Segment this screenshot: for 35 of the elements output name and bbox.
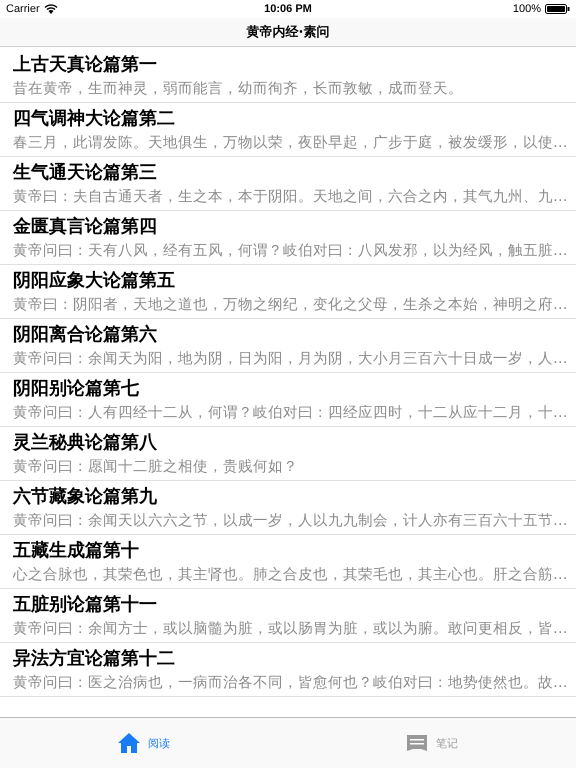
chapter-title: 六节藏象论篇第九 bbox=[13, 485, 158, 509]
chapter-row[interactable]: 五脏别论篇第十一 黄帝问曰：余闻方士，或以脑髓为脏，或以肠胃为脏，或以为腑。敢问更相反，皆… bbox=[0, 589, 576, 643]
clock-time: 10:06 PM bbox=[264, 3, 312, 15]
chapter-row[interactable]: 金匮真言论篇第四 黄帝问曰：天有八风，经有五风，何谓？岐伯对曰：八风发邪，以为经风，触五脏… bbox=[0, 211, 576, 265]
chapter-row[interactable]: 上古天真论篇第一 昔在黄帝，生而神灵，弱而能言，幼而徇齐，长而敦敏，成而登天。 bbox=[0, 49, 576, 103]
house-icon bbox=[118, 733, 140, 753]
chapter-title: 生气通天论篇第三 bbox=[13, 161, 158, 185]
chapter-title: 阴阳离合论篇第六 bbox=[13, 323, 158, 347]
nav-title: 黄帝内经·素问 bbox=[246, 24, 330, 41]
chapter-row[interactable]: 灵兰秘典论篇第八 黄帝问曰：愿闻十二脏之相使，贵贱何如？ bbox=[0, 427, 576, 481]
notebook-icon bbox=[406, 734, 428, 752]
chapter-title: 五脏别论篇第十一 bbox=[13, 593, 158, 617]
chapter-row[interactable]: 六节藏象论篇第九 黄帝问曰：余闻天以六六之节，以成一岁，人以九九制会，计人亦有三百六十五节… bbox=[0, 481, 576, 535]
chapter-title: 四气调神大论篇第二 bbox=[13, 107, 176, 131]
chapter-title: 阴阳别论篇第七 bbox=[13, 377, 140, 401]
chapter-excerpt: 黄帝问曰：愿闻十二脏之相使，贵贱何如？ bbox=[13, 458, 299, 477]
chapter-row[interactable]: 阴阳离合论篇第六 黄帝问曰：余闻天为阳，地为阴，日为阳，月为阴，大小月三百六十日成一岁，人… bbox=[0, 319, 576, 373]
wifi-icon bbox=[44, 4, 58, 14]
chapter-row[interactable]: 生气通天论篇第三 黄帝曰：夫自古通天者，生之本，本于阴阳。天地之间，六合之内，其气九州、九… bbox=[0, 157, 576, 211]
chapter-title: 灵兰秘典论篇第八 bbox=[13, 431, 158, 455]
battery-icon bbox=[545, 4, 570, 14]
chapter-excerpt: 昔在黄帝，生而神灵，弱而能言，幼而徇齐，长而敦敏，成而登天。 bbox=[13, 80, 464, 99]
chapter-row[interactable]: 异法方宜论篇第十二 黄帝问曰：医之治病也，一病而治各不同，皆愈何也？岐伯对曰：地势使然也。故… bbox=[0, 643, 576, 697]
chapter-title: 上古天真论篇第一 bbox=[13, 53, 158, 77]
chapter-title: 金匮真言论篇第四 bbox=[13, 215, 158, 239]
battery-percent: 100% bbox=[512, 3, 541, 15]
chapter-title: 阴阳应象大论篇第五 bbox=[13, 269, 176, 293]
carrier-label: Carrier bbox=[6, 3, 40, 15]
chapter-row[interactable]: 阴阳应象大论篇第五 黄帝曰：阴阳者，天地之道也，万物之纲纪，变化之父母，生杀之本始，神明之府… bbox=[0, 265, 576, 319]
chapter-row[interactable]: 四气调神大论篇第二 春三月，此谓发陈。天地俱生，万物以荣，夜卧早起，广步于庭，被发缓形，以使… bbox=[0, 103, 576, 157]
chapter-title: 五藏生成篇第十 bbox=[13, 539, 140, 563]
tab-button[interactable]: 阅读 bbox=[0, 718, 288, 768]
chapter-title: 异法方宜论篇第十二 bbox=[13, 647, 176, 671]
chapter-row[interactable]: 阴阳别论篇第七 黄帝问曰：人有四经十二从，何谓？岐伯对曰：四经应四时，十二从应十二月，十… bbox=[0, 373, 576, 427]
chapter-row[interactable]: 五藏生成篇第十 心之合脉也，其荣色也，其主肾也。肺之合皮也，其荣毛也，其主心也。肝之合筋… bbox=[0, 535, 576, 589]
